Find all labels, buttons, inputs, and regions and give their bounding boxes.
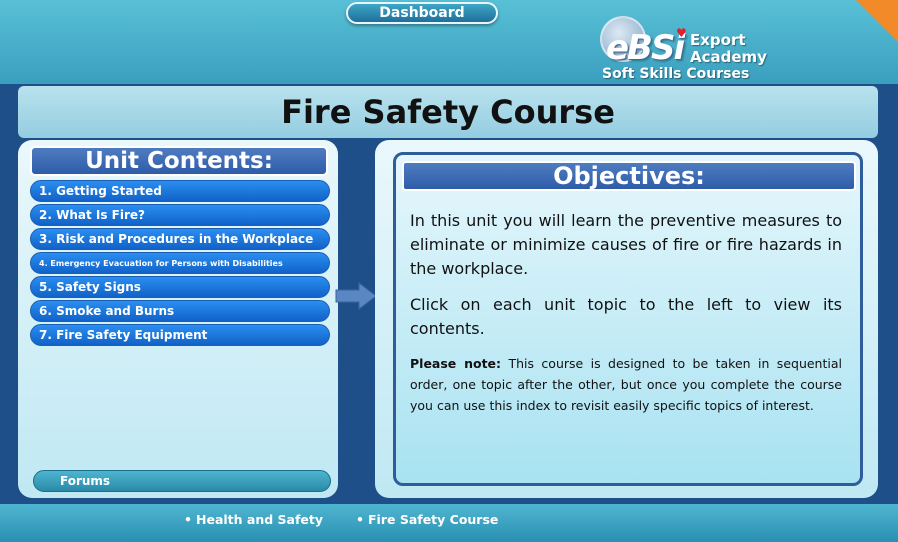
logo-line1: Export: [690, 31, 746, 49]
objectives-paragraph-1: In this unit you will learn the preventi…: [410, 211, 842, 278]
unit-item-getting-started[interactable]: 1. Getting Started: [30, 180, 330, 202]
unit-item-what-is-fire[interactable]: 2. What Is Fire?: [30, 204, 330, 226]
heart-icon: ♥: [676, 26, 687, 40]
logo-brand: eBSi: [606, 28, 685, 68]
dashboard-button[interactable]: Dashboard: [346, 2, 498, 24]
objectives-panel: Objectives: In this unit you will learn …: [375, 140, 878, 498]
unit-item-fire-safety-equipment[interactable]: 7. Fire Safety Equipment: [30, 324, 330, 346]
unit-contents-panel: Unit Contents: 1. Getting Started 2. Wha…: [18, 140, 338, 498]
bullet-icon: •: [356, 512, 364, 527]
unit-contents-heading: Unit Contents:: [30, 146, 328, 176]
corner-accent: [856, 0, 898, 42]
objectives-note: Please note: This course is designed to …: [410, 353, 842, 416]
footer-link-fire-safety-course[interactable]: • Fire Safety Course: [356, 512, 498, 527]
unit-list: 1. Getting Started 2. What Is Fire? 3. R…: [30, 180, 330, 348]
ebsi-logo: eBSi ♥ Export Academy Soft Skills Course…: [598, 14, 798, 84]
footer-link-label: Fire Safety Course: [368, 512, 499, 527]
bullet-icon: •: [184, 512, 192, 527]
footer-link-health-safety[interactable]: • Health and Safety: [184, 512, 323, 527]
unit-item-safety-signs[interactable]: 5. Safety Signs: [30, 276, 330, 298]
objectives-text: In this unit you will learn the preventi…: [410, 209, 842, 428]
footer-link-label: Health and Safety: [196, 512, 323, 527]
objectives-paragraph-2: Click on each unit topic to the left to …: [410, 295, 842, 338]
logo-subtitle: Soft Skills Courses: [602, 66, 750, 82]
course-title-bar: Fire Safety Course: [18, 86, 878, 138]
forums-button[interactable]: Forums: [33, 470, 331, 492]
objectives-heading: Objectives:: [402, 161, 856, 191]
unit-item-risk-procedures[interactable]: 3. Risk and Procedures in the Workplace: [30, 228, 330, 250]
arrow-right-icon: [335, 282, 377, 310]
note-label: Please note:: [410, 356, 502, 371]
logo-line2: Academy: [690, 48, 767, 66]
logo-wordmark: Export Academy: [690, 32, 767, 66]
unit-item-emergency-evacuation[interactable]: 4. Emergency Evacuation for Persons with…: [30, 252, 330, 274]
unit-item-smoke-burns[interactable]: 6. Smoke and Burns: [30, 300, 330, 322]
page-title: Fire Safety Course: [281, 93, 615, 131]
objectives-box: Objectives: In this unit you will learn …: [393, 152, 863, 486]
